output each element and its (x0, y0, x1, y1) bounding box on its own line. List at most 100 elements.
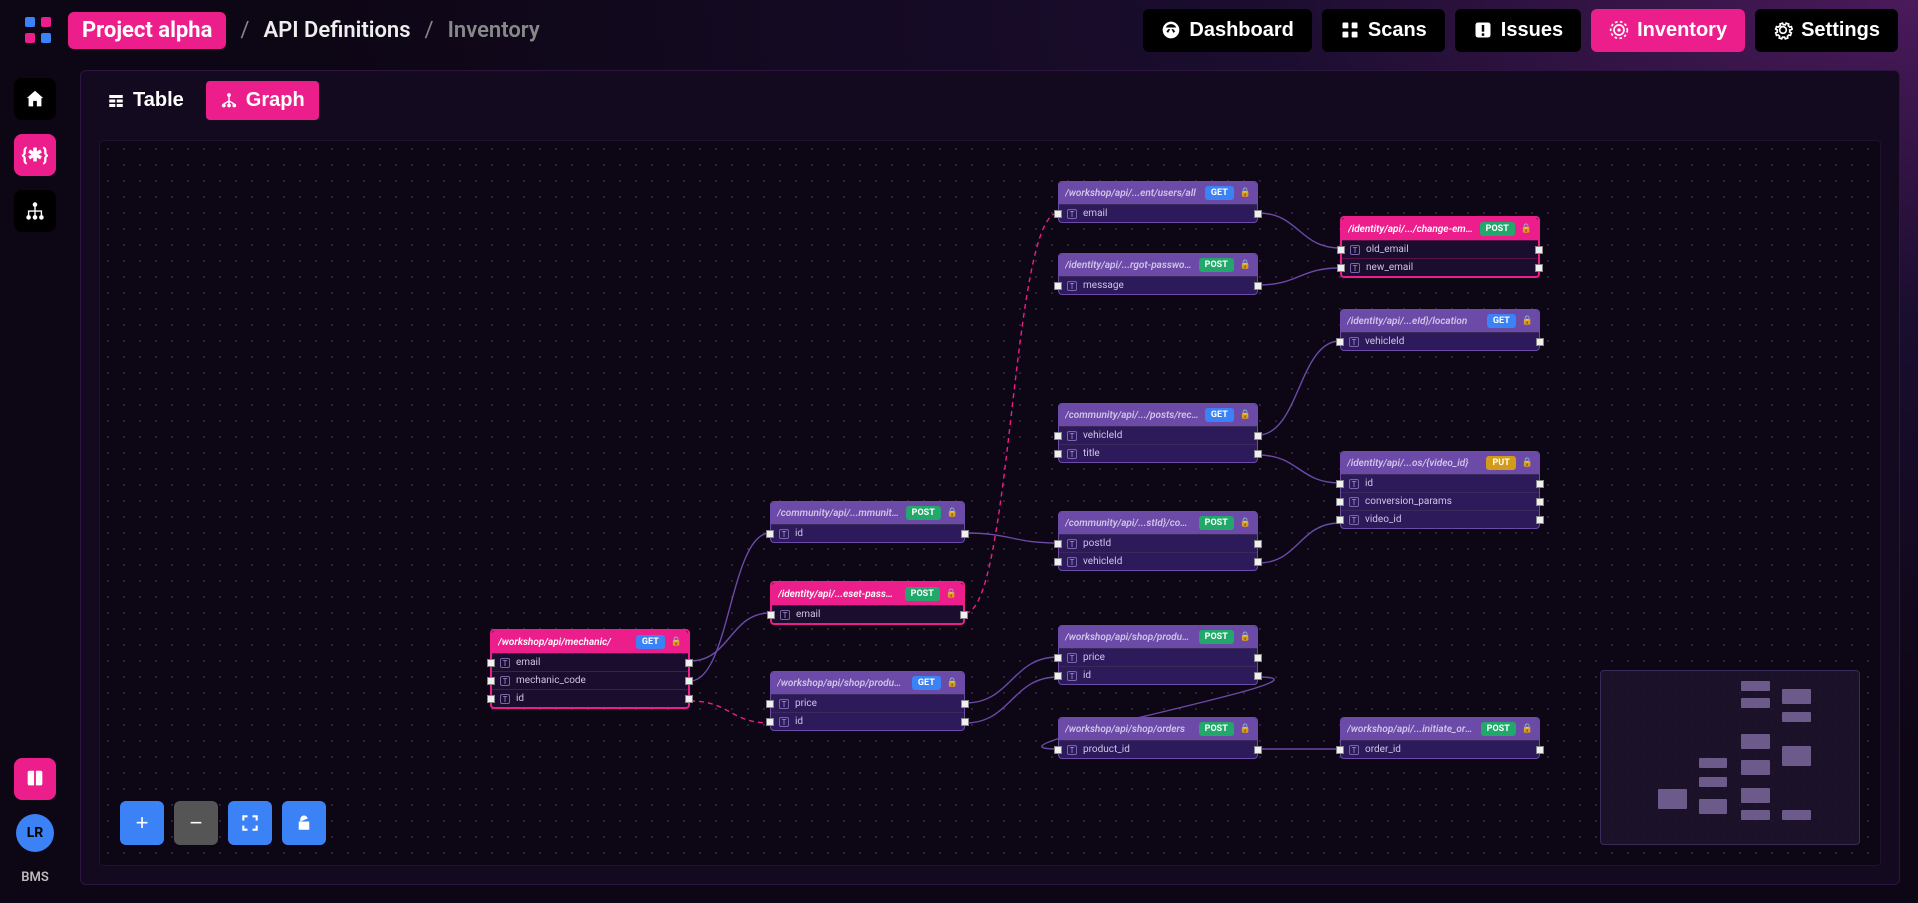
graph-node[interactable]: /workshop/api/...ent/users/allGET🔒Temail (1058, 181, 1258, 223)
tab-graph[interactable]: Graph (206, 81, 319, 120)
port-in[interactable] (767, 611, 775, 619)
fit-view-button[interactable] (228, 801, 272, 845)
node-field[interactable]: TvehicleId (1059, 426, 1257, 444)
node-header[interactable]: /identity/api/.../change-emailPOST🔒 (1342, 218, 1538, 240)
graph-node[interactable]: /workshop/api/shop/productsPOST🔒TpriceTi… (1058, 625, 1258, 685)
graph-node[interactable]: /community/api/.../posts/recentGET🔒Tvehi… (1058, 403, 1258, 463)
node-field[interactable]: Tconversion_params (1341, 492, 1539, 510)
graph-node[interactable]: /identity/api/...eset-passwordPOST🔒Temai… (770, 581, 965, 625)
sidebar-sitemap[interactable] (14, 190, 56, 232)
node-header[interactable]: /community/api/...stId}/commentPOST🔒 (1059, 512, 1257, 534)
port-in[interactable] (1337, 264, 1345, 272)
port-out[interactable] (1536, 746, 1544, 754)
node-field[interactable]: Tproduct_id (1059, 740, 1257, 758)
nav-inventory[interactable]: Inventory (1591, 9, 1745, 52)
node-header[interactable]: /identity/api/...rgot-passwordPOST🔒 (1059, 254, 1257, 276)
node-field[interactable]: Temail (772, 605, 963, 623)
port-in[interactable] (1054, 432, 1062, 440)
node-field[interactable]: Tid (771, 712, 964, 730)
port-out[interactable] (961, 718, 969, 726)
port-out[interactable] (1536, 516, 1544, 524)
node-header[interactable]: /identity/api/...eId}/locationGET🔒 (1341, 310, 1539, 332)
node-field[interactable]: Tid (1059, 666, 1257, 684)
graph-node[interactable]: /identity/api/...eId}/locationGET🔒Tvehic… (1340, 309, 1540, 351)
breadcrumb-project[interactable]: Project alpha (68, 12, 226, 49)
node-field[interactable]: Temail (492, 653, 688, 671)
port-out[interactable] (1254, 746, 1262, 754)
graph-node[interactable]: /workshop/api/...initiate_orderPOST🔒Tord… (1340, 717, 1540, 759)
tab-table[interactable]: Table (93, 81, 198, 120)
port-in[interactable] (766, 530, 774, 538)
node-field[interactable]: Torder_id (1341, 740, 1539, 758)
port-out[interactable] (961, 700, 969, 708)
port-out[interactable] (1536, 480, 1544, 488)
sidebar-docs[interactable] (14, 758, 56, 800)
port-out[interactable] (1535, 246, 1543, 254)
port-in[interactable] (766, 700, 774, 708)
node-field[interactable]: Ttitle (1059, 444, 1257, 462)
user-avatar[interactable]: LR (16, 814, 54, 852)
node-field[interactable]: TvehicleId (1341, 332, 1539, 350)
port-out[interactable] (1254, 432, 1262, 440)
port-out[interactable] (960, 611, 968, 619)
port-in[interactable] (1337, 246, 1345, 254)
graph-node[interactable]: /workshop/api/shop/ordersPOST🔒Tproduct_i… (1058, 717, 1258, 759)
port-in[interactable] (1054, 558, 1062, 566)
port-in[interactable] (1054, 672, 1062, 680)
graph-node[interactable]: /community/api/...stId}/commentPOST🔒Tpos… (1058, 511, 1258, 571)
sidebar-api[interactable]: {✱} (14, 134, 56, 176)
nav-scans[interactable]: Scans (1322, 9, 1445, 52)
zoom-in-button[interactable]: + (120, 801, 164, 845)
port-in[interactable] (1054, 450, 1062, 458)
nav-issues[interactable]: Issues (1455, 9, 1581, 52)
port-in[interactable] (1336, 746, 1344, 754)
port-in[interactable] (1054, 282, 1062, 290)
nav-dashboard[interactable]: Dashboard (1143, 9, 1311, 52)
port-out[interactable] (685, 677, 693, 685)
minimap[interactable] (1600, 670, 1860, 845)
node-header[interactable]: /identity/api/...os/{video_id}PUT🔒 (1341, 452, 1539, 474)
sidebar-home[interactable] (14, 78, 56, 120)
port-in[interactable] (487, 677, 495, 685)
node-header[interactable]: /workshop/api/...ent/users/allGET🔒 (1059, 182, 1257, 204)
port-out[interactable] (1254, 558, 1262, 566)
node-header[interactable]: /workshop/api/shop/productsGET🔒 (771, 672, 964, 694)
node-field[interactable]: Tnew_email (1342, 258, 1538, 276)
node-field[interactable]: Temail (1059, 204, 1257, 222)
port-out[interactable] (961, 530, 969, 538)
zoom-out-button[interactable]: − (174, 801, 218, 845)
node-header[interactable]: /workshop/api/shop/ordersPOST🔒 (1059, 718, 1257, 740)
port-in[interactable] (1054, 654, 1062, 662)
port-in[interactable] (1336, 338, 1344, 346)
node-header[interactable]: /identity/api/...eset-passwordPOST🔒 (772, 583, 963, 605)
port-in[interactable] (1054, 540, 1062, 548)
port-out[interactable] (1535, 264, 1543, 272)
graph-node[interactable]: /workshop/api/shop/productsGET🔒TpriceTid (770, 671, 965, 731)
port-in[interactable] (1054, 746, 1062, 754)
port-in[interactable] (1336, 516, 1344, 524)
node-header[interactable]: /community/api/.../posts/recentGET🔒 (1059, 404, 1257, 426)
node-field[interactable]: Tmechanic_code (492, 671, 688, 689)
port-in[interactable] (487, 695, 495, 703)
lock-button[interactable] (282, 801, 326, 845)
port-in[interactable] (1336, 498, 1344, 506)
node-field[interactable]: Tprice (1059, 648, 1257, 666)
node-header[interactable]: /workshop/api/...initiate_orderPOST🔒 (1341, 718, 1539, 740)
port-out[interactable] (1254, 450, 1262, 458)
node-field[interactable]: Tid (771, 524, 964, 542)
nav-settings[interactable]: Settings (1755, 9, 1898, 52)
node-header[interactable]: /workshop/api/mechanic/GET🔒 (492, 631, 688, 653)
port-out[interactable] (685, 659, 693, 667)
node-header[interactable]: /community/api/...mmunity/postsPOST🔒 (771, 502, 964, 524)
breadcrumb-section[interactable]: API Definitions (263, 18, 410, 43)
port-in[interactable] (487, 659, 495, 667)
node-field[interactable]: Tid (1341, 474, 1539, 492)
node-field[interactable]: TvehicleId (1059, 552, 1257, 570)
graph-node[interactable]: /identity/api/.../change-emailPOST🔒Told_… (1340, 216, 1540, 278)
node-header[interactable]: /workshop/api/shop/productsPOST🔒 (1059, 626, 1257, 648)
graph-node[interactable]: /identity/api/...rgot-passwordPOST🔒Tmess… (1058, 253, 1258, 295)
port-out[interactable] (1254, 672, 1262, 680)
app-logo[interactable] (20, 12, 56, 48)
node-field[interactable]: TpostId (1059, 534, 1257, 552)
port-out[interactable] (1254, 282, 1262, 290)
